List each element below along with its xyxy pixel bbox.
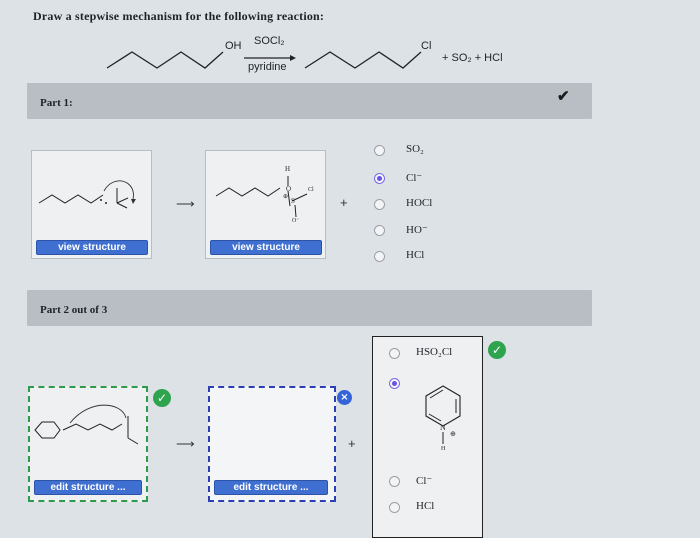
part2-plus-sign: + [348,436,356,451]
part1-option-label: HOCl [406,197,433,209]
part1-option-cl-minus[interactable]: Cl⁻ [374,171,454,189]
part2-edit-structure-button-2[interactable]: edit structure ... [214,480,328,495]
part2-radio-pyridinium[interactable] [389,378,400,389]
part1-option-so2[interactable]: SO₂ [374,143,454,161]
pyridinium-h-label: H [441,446,446,452]
part2-structure-box-1[interactable]: edit structure ... [28,386,148,502]
part1-structure-box-1[interactable]: view structure [31,150,152,259]
reaction-drawing [106,51,422,69]
product-cl-label: Cl [421,40,432,52]
part1-view-structure-button-2[interactable]: view structure [210,240,322,255]
part1-option-label: HO⁻ [406,224,428,236]
part2-edit-structure-button-1[interactable]: edit structure ... [34,480,142,495]
part1-h-label: H [285,165,291,173]
part1-header: Part 1: [27,83,592,119]
part2-remove-x-icon[interactable]: × [337,390,352,405]
part1-o-minus-label: O⁻ [292,218,300,224]
part1-radio-so2[interactable] [374,145,385,156]
part2-header: Part 2 out of 3 [27,290,592,326]
part1-radio-ho-minus[interactable] [374,225,385,236]
part1-mechanism-drawing-2 [215,176,308,218]
part1-o-label: O [286,185,292,193]
part1-option-hocl[interactable]: HOCl [374,197,454,215]
part1-mechanism-drawing-1 [38,180,136,209]
part2-correct-check-icon: ✓ [153,389,171,407]
part2-option-hcl[interactable]: HCl [389,500,469,518]
part2-option-hso2cl[interactable]: HSO₂Cl [389,346,469,364]
part1-check-icon: ✔ [557,89,570,105]
part2-option-cl-minus[interactable]: Cl⁻ [389,474,469,492]
part1-charge-label: ⊕ [283,194,289,200]
part2-radio-hcl[interactable] [389,502,400,513]
part2-structure-box-2[interactable]: edit structure ... [208,386,336,502]
part1-radio-hocl[interactable] [374,199,385,210]
part2-option-correct-check-icon: ✓ [488,341,506,359]
part1-structure-box-2[interactable]: H O ⊕ S Cl O⁻ view structure [205,150,326,259]
solvent-label: pyridine [248,61,287,73]
pyridinium-charge-label: ⊕ [450,430,456,438]
pyridinium-n-label: N [440,423,446,432]
part2-option-label: Cl⁻ [416,475,433,487]
part1-view-structure-button-1[interactable]: view structure [36,240,148,255]
reactant-oh-label: OH [225,40,242,52]
part1-s-label: S [291,197,295,205]
part1-option-label: Cl⁻ [406,172,423,184]
reagent-label: SOCl₂ [254,35,285,47]
part2-option-label: HSO₂Cl [416,346,453,358]
part1-cl-label: Cl [308,187,314,193]
part1-option-ho-minus[interactable]: HO⁻ [374,223,454,241]
part1-option-label: SO₂ [406,143,424,155]
part1-option-hcl[interactable]: HCl [374,249,454,267]
part2-radio-cl-minus[interactable] [389,476,400,487]
byproducts-label: + SO₂ + HCl [442,52,503,64]
part1-arrow-icon: ⟶ [176,196,195,211]
part1-title: Part 1: [40,97,73,109]
part2-mechanism-drawing-1 [34,404,139,445]
part1-plus-sign: + [340,195,348,210]
part1-radio-cl-minus[interactable] [374,173,385,184]
part2-arrow-icon: ⟶ [176,436,195,451]
part2-title: Part 2 out of 3 [40,304,108,316]
part1-option-label: HCl [406,249,425,261]
reaction-scheme: OH SOCl₂ pyridine Cl + SO₂ + HCl [0,0,700,90]
pyridinium-structure [425,385,461,444]
part1-radio-hcl[interactable] [374,251,385,262]
part2-radio-hso2cl[interactable] [389,348,400,359]
part2-option-label: HCl [416,500,435,512]
